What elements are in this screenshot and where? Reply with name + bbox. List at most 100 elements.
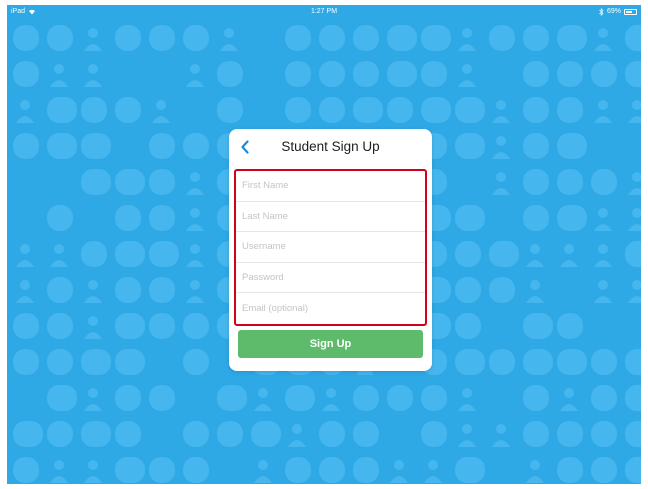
password-row xyxy=(236,262,425,294)
pattern-bubble xyxy=(523,133,549,159)
pattern-bubble xyxy=(353,25,379,51)
pattern-bubble xyxy=(523,61,549,87)
pattern-bubble xyxy=(115,313,145,339)
sign-up-button[interactable]: Sign Up xyxy=(238,330,423,358)
pattern-bubble xyxy=(523,169,549,195)
pattern-bubble xyxy=(319,25,345,51)
pattern-bubble xyxy=(455,457,485,483)
pattern-person xyxy=(186,64,204,87)
pattern-bubble xyxy=(319,457,345,483)
username-field[interactable] xyxy=(242,232,417,262)
pattern-bubble xyxy=(455,97,485,123)
pattern-bubble xyxy=(421,97,451,123)
status-bar: iPad 1:27 PM 69% xyxy=(7,5,641,18)
password-field[interactable] xyxy=(242,262,417,293)
pattern-bubble xyxy=(285,385,315,411)
pattern-bubble xyxy=(13,25,39,51)
pattern-person xyxy=(594,100,612,123)
pattern-person xyxy=(186,172,204,195)
pattern-person xyxy=(186,280,204,303)
pattern-person xyxy=(84,388,102,411)
pattern-bubble xyxy=(251,421,281,447)
email-field[interactable] xyxy=(242,293,417,324)
pattern-bubble xyxy=(557,205,587,231)
pattern-bubble xyxy=(47,313,73,339)
pattern-bubble xyxy=(13,457,39,483)
pattern-person xyxy=(50,460,68,483)
pattern-bubble xyxy=(183,25,209,51)
pattern-person xyxy=(526,460,544,483)
pattern-bubble xyxy=(47,25,73,51)
pattern-bubble xyxy=(625,61,641,87)
pattern-bubble xyxy=(149,25,175,51)
pattern-bubble xyxy=(591,385,617,411)
pattern-bubble xyxy=(353,421,379,447)
pattern-bubble xyxy=(81,241,107,267)
pattern-bubble xyxy=(625,385,641,411)
pattern-bubble xyxy=(557,313,583,339)
pattern-bubble xyxy=(149,241,179,267)
pattern-person xyxy=(492,424,510,447)
pattern-person xyxy=(492,172,510,195)
pattern-bubble xyxy=(523,97,549,123)
pattern-bubble xyxy=(557,97,583,123)
pattern-bubble xyxy=(149,169,175,195)
pattern-bubble xyxy=(591,349,617,375)
pattern-person xyxy=(560,244,578,267)
pattern-bubble xyxy=(557,169,583,195)
pattern-bubble xyxy=(149,385,175,411)
first-name-field[interactable] xyxy=(242,171,417,201)
pattern-person xyxy=(560,388,578,411)
pattern-bubble xyxy=(591,61,617,87)
pattern-bubble xyxy=(421,25,451,51)
pattern-bubble xyxy=(523,205,549,231)
pattern-bubble xyxy=(183,133,209,159)
pattern-bubble xyxy=(523,25,549,51)
pattern-bubble xyxy=(285,457,311,483)
pattern-person xyxy=(458,28,476,51)
pattern-bubble xyxy=(489,25,515,51)
pattern-bubble xyxy=(557,61,583,87)
pattern-bubble xyxy=(387,61,417,87)
battery-fill xyxy=(626,10,633,13)
pattern-bubble xyxy=(149,133,175,159)
pattern-bubble xyxy=(455,205,485,231)
pattern-bubble xyxy=(557,457,583,483)
pattern-bubble xyxy=(489,349,515,375)
pattern-person xyxy=(594,208,612,231)
pattern-bubble xyxy=(557,349,587,375)
pattern-bubble xyxy=(47,349,73,375)
pattern-bubble xyxy=(13,61,39,87)
pattern-bubble xyxy=(217,61,243,87)
pattern-bubble xyxy=(489,241,519,267)
pattern-person xyxy=(84,280,102,303)
pattern-bubble xyxy=(13,133,39,159)
pattern-bubble xyxy=(115,25,141,51)
pattern-person xyxy=(594,28,612,51)
last-name-field[interactable] xyxy=(242,201,417,232)
pattern-bubble xyxy=(115,349,145,375)
pattern-person xyxy=(16,100,34,123)
pattern-bubble xyxy=(319,97,345,123)
pattern-bubble xyxy=(183,313,209,339)
pattern-bubble xyxy=(115,97,141,123)
pattern-bubble xyxy=(387,97,413,123)
pattern-person xyxy=(594,280,612,303)
last-name-row xyxy=(236,201,425,233)
status-time: 1:27 PM xyxy=(310,8,338,15)
pattern-bubble xyxy=(217,97,243,123)
pattern-person xyxy=(152,100,170,123)
signup-card: Student Sign Up Sign Up xyxy=(229,129,432,371)
pattern-bubble xyxy=(149,457,175,483)
pattern-bubble xyxy=(149,205,175,231)
pattern-bubble xyxy=(81,133,111,159)
pattern-bubble xyxy=(47,97,77,123)
pattern-bubble xyxy=(115,241,145,267)
pattern-bubble xyxy=(591,421,617,447)
pattern-bubble xyxy=(115,169,145,195)
pattern-bubble xyxy=(183,421,209,447)
pattern-bubble xyxy=(625,421,641,447)
pattern-person xyxy=(254,388,272,411)
pattern-person xyxy=(492,100,510,123)
pattern-person xyxy=(458,424,476,447)
